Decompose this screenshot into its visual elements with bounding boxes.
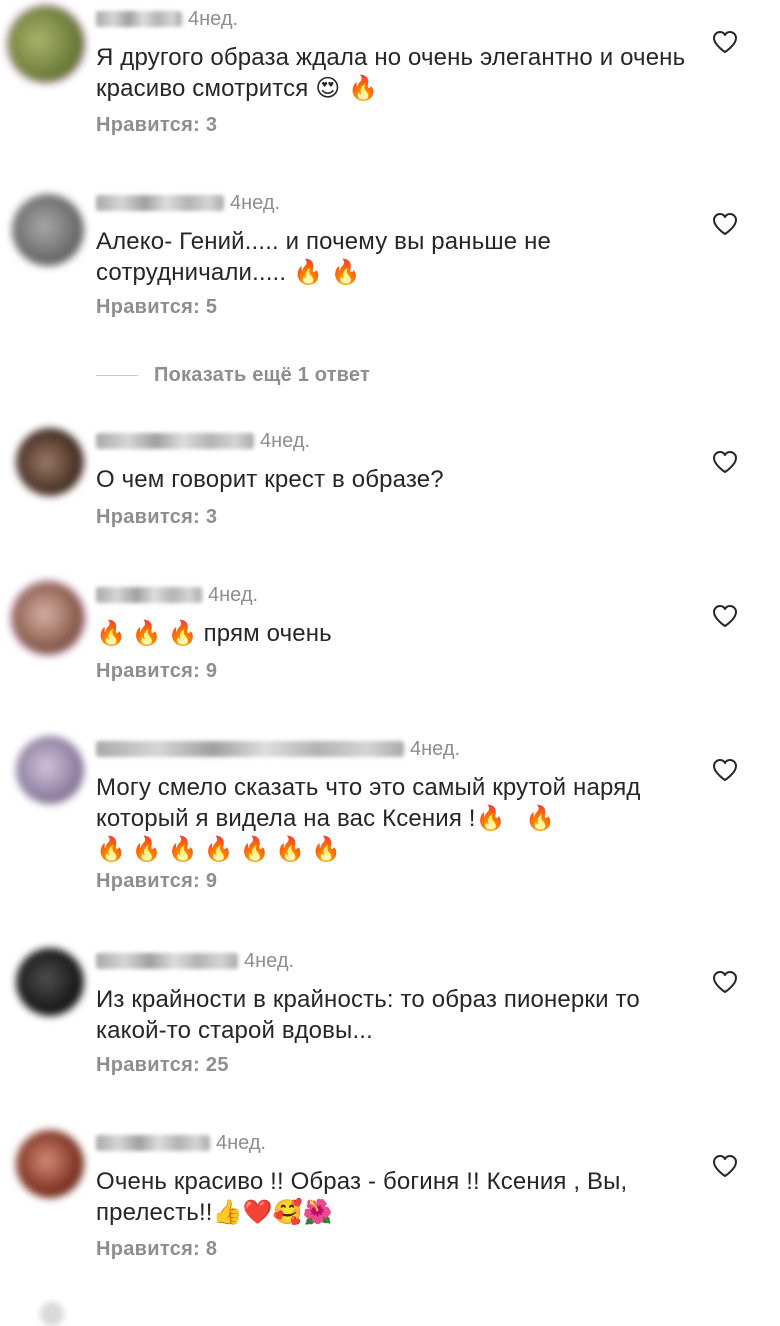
username-blurred[interactable] xyxy=(96,433,254,449)
comment-emoji: 😍 🔥 xyxy=(315,74,379,102)
likes-count[interactable]: Нравится: 3 xyxy=(96,114,217,137)
heart-outline-icon[interactable] xyxy=(712,30,738,54)
heart-outline-icon[interactable] xyxy=(712,970,738,994)
comment-meta: 4нед. xyxy=(96,736,460,762)
comment-text: Из крайности в крайность: то образ пионе… xyxy=(96,986,640,1044)
likes-count[interactable]: Нравится: 3 xyxy=(96,506,217,529)
avatar[interactable] xyxy=(16,1130,84,1198)
avatar[interactable] xyxy=(16,736,84,804)
comment-meta: 4нед. xyxy=(96,1130,266,1156)
likes-count[interactable]: Нравится: 25 xyxy=(96,1054,229,1077)
likes-count[interactable]: Нравится: 9 xyxy=(96,660,217,683)
comment-emoji: 🔥🔥🔥 xyxy=(96,619,204,647)
comment-emoji: 🔥 🔥 xyxy=(475,804,562,832)
comment-meta: 4нед. xyxy=(96,582,258,608)
comment-meta: 4нед. xyxy=(96,6,238,32)
comment-time: 4нед. xyxy=(208,583,259,606)
username-blurred[interactable] xyxy=(96,11,182,27)
show-more-replies[interactable]: Показать ещё 1 ответ xyxy=(96,362,370,388)
comment-emoji: 🔥 🔥 xyxy=(293,258,361,286)
comment-text: прям очень xyxy=(203,620,332,647)
avatar[interactable] xyxy=(12,194,84,266)
likes-count[interactable]: Нравится: 8 xyxy=(96,1238,217,1261)
avatar[interactable] xyxy=(40,1302,64,1326)
show-more-replies-label[interactable]: Показать ещё 1 ответ xyxy=(154,364,370,387)
comment-time: 4нед. xyxy=(216,1131,267,1154)
comment-text-block: 🔥🔥🔥прям очень xyxy=(96,618,686,649)
heart-outline-icon[interactable] xyxy=(712,212,738,236)
comment-text: Я другого образа ждала но очень элегантн… xyxy=(96,44,686,102)
heart-outline-icon[interactable] xyxy=(712,1154,738,1178)
comment-emoji: 👍❤️🥰🌺 xyxy=(212,1198,333,1226)
comment-time: 4нед. xyxy=(410,737,461,760)
comment-meta: 4нед. xyxy=(96,948,294,974)
heart-outline-icon[interactable] xyxy=(712,758,738,782)
comment-text: О чем говорит крест в образе? xyxy=(96,466,444,493)
avatar[interactable] xyxy=(8,6,84,82)
username-blurred[interactable] xyxy=(96,1135,210,1151)
replies-divider-line xyxy=(96,374,138,376)
heart-outline-icon[interactable] xyxy=(712,604,738,628)
comment-text: Очень красиво !! Образ - богиня !! Ксени… xyxy=(96,1168,628,1226)
comment-text-block: Очень красиво !! Образ - богиня !! Ксени… xyxy=(96,1166,686,1228)
avatar[interactable] xyxy=(12,582,84,654)
comment-time: 4нед. xyxy=(260,429,311,452)
comment-meta: 4нед. xyxy=(96,190,280,216)
comment-time: 4нед. xyxy=(244,949,295,972)
comment-text-block: Я другого образа ждала но очень элегантн… xyxy=(96,42,686,104)
avatar[interactable] xyxy=(16,948,84,1016)
comment-text-block: О чем говорит крест в образе? xyxy=(96,464,686,495)
comment-text-block: Алеко- Гений..... и почему вы раньше не … xyxy=(96,226,686,288)
comments-list: 4нед. Я другого образа ждала но очень эл… xyxy=(0,0,780,1326)
comment-emoji-line2: 🔥🔥🔥🔥🔥🔥🔥 xyxy=(96,835,348,863)
heart-outline-icon[interactable] xyxy=(712,450,738,474)
likes-count[interactable]: Нравится: 5 xyxy=(96,296,217,319)
username-blurred[interactable] xyxy=(96,195,224,211)
comment-text-block: Могу смело сказать что это самый крутой … xyxy=(96,772,686,865)
comment-time: 4нед. xyxy=(230,191,281,214)
comment-meta: 4нед. xyxy=(96,428,310,454)
comment-text-block: Из крайности в крайность: то образ пионе… xyxy=(96,984,686,1046)
username-blurred[interactable] xyxy=(96,741,404,757)
likes-count[interactable]: Нравится: 9 xyxy=(96,870,217,893)
comment-time: 4нед. xyxy=(188,7,239,30)
username-blurred[interactable] xyxy=(96,587,202,603)
username-blurred[interactable] xyxy=(96,953,238,969)
avatar[interactable] xyxy=(16,428,84,496)
